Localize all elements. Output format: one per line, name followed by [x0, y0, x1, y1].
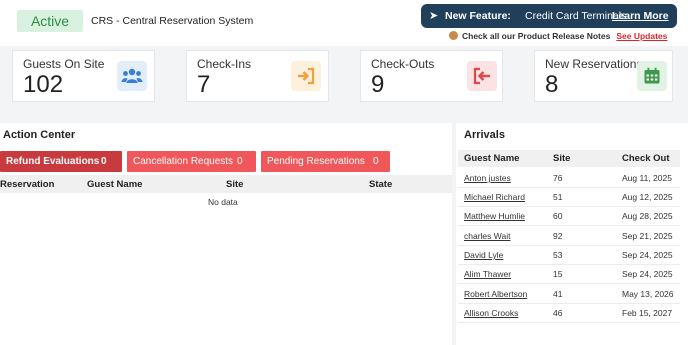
stat-label: New Reservations	[545, 57, 643, 71]
stat-card-check-ins[interactable]: Check-Ins 7	[186, 50, 329, 102]
column-header-state[interactable]: State	[369, 179, 392, 190]
stat-card-check-outs[interactable]: Check-Outs 9	[360, 50, 503, 102]
see-updates-link[interactable]: See Updates	[616, 31, 667, 41]
stat-value: 102	[23, 71, 64, 98]
table-row[interactable]: David Lyle 53 Sep 24, 2025	[458, 246, 680, 265]
status-badge: Active	[17, 10, 83, 32]
column-header-guest-name[interactable]: Guest Name	[464, 153, 519, 164]
calendar-icon	[637, 61, 667, 91]
site-cell: 53	[553, 250, 563, 260]
tab-count: 0	[101, 156, 107, 167]
rocket-icon: ➤	[429, 10, 439, 22]
tab-count: 0	[373, 156, 379, 167]
stat-card-guests-on-site[interactable]: Guests On Site 102	[12, 50, 155, 102]
tab-label: Pending Reservations	[267, 156, 365, 167]
site-cell: 76	[553, 173, 563, 183]
column-header-site[interactable]: Site	[553, 153, 570, 164]
stat-card-new-reservations[interactable]: New Reservations 8	[534, 50, 673, 102]
guest-name-link[interactable]: Robert Albertson	[464, 289, 527, 299]
feature-banner: ➤ New Feature: Credit Card Terminals Lea…	[421, 4, 677, 28]
cookie-icon	[449, 31, 458, 40]
learn-more-link[interactable]: Learn More	[612, 4, 669, 28]
site-cell: 51	[553, 192, 563, 202]
guest-name-link[interactable]: David Lyle	[464, 250, 503, 260]
guest-name-link[interactable]: Alim Thawer	[464, 269, 511, 279]
top-bar: Active CRS - Central Reservation System …	[0, 0, 688, 46]
action-table-header: Reservation Guest Name Site State	[0, 175, 452, 193]
check-out-cell: Aug 12, 2025	[622, 192, 673, 202]
table-row[interactable]: charles Wait 92 Sep 21, 2025	[458, 227, 680, 246]
stat-value: 8	[545, 71, 559, 98]
check-out-cell: Sep 24, 2025	[622, 250, 673, 260]
tab-count: 0	[237, 156, 243, 167]
check-out-cell: Aug 11, 2025	[622, 173, 672, 183]
system-name: CRS - Central Reservation System	[91, 15, 254, 27]
guests-icon	[117, 61, 147, 91]
tab-pending-reservations[interactable]: Pending Reservations 0	[261, 151, 390, 172]
empty-state-text: No data	[208, 197, 238, 207]
table-row[interactable]: Anton justes 76 Aug 11, 2025	[458, 169, 680, 188]
feature-label: New Feature:	[445, 10, 511, 22]
guest-name-link[interactable]: Matthew Humlie	[464, 211, 525, 221]
tab-label: Refund Evaluations	[6, 156, 100, 167]
check-out-cell: Sep 24, 2025	[622, 269, 673, 279]
check-in-icon	[291, 61, 321, 91]
stat-label: Check-Outs	[371, 57, 435, 71]
site-cell: 41	[553, 289, 563, 299]
column-header-guest-name[interactable]: Guest Name	[87, 179, 142, 190]
arrivals-title: Arrivals	[464, 129, 505, 141]
check-out-icon	[467, 61, 497, 91]
release-notes-line: Check all our Product Release Notes See U…	[449, 31, 667, 41]
action-center-title: Action Center	[3, 129, 76, 141]
stat-label: Guests On Site	[23, 57, 105, 71]
tab-label: Cancellation Requests	[133, 156, 234, 167]
site-cell: 15	[553, 269, 563, 279]
check-out-cell: Aug 28, 2025	[622, 211, 673, 221]
release-notes-text: Check all our Product Release Notes	[462, 31, 611, 41]
table-row[interactable]: Alim Thawer 15 Sep 24, 2025	[458, 265, 680, 284]
table-row[interactable]: Michael Richard 51 Aug 12, 2025	[458, 188, 680, 207]
check-out-cell: Sep 21, 2025	[622, 231, 673, 241]
tab-cancellation-requests[interactable]: Cancellation Requests 0	[127, 151, 256, 172]
stat-value: 7	[197, 71, 211, 98]
guest-name-link[interactable]: Anton justes	[464, 173, 511, 183]
site-cell: 60	[553, 211, 563, 221]
stat-label: Check-Ins	[197, 57, 252, 71]
guest-name-link[interactable]: Michael Richard	[464, 192, 525, 202]
check-out-cell: May 13, 2026	[622, 289, 674, 299]
column-header-site[interactable]: Site	[226, 179, 243, 190]
table-row[interactable]: Robert Albertson 41 May 13, 2026	[458, 285, 680, 304]
table-row[interactable]: Allison Crooks 46 Feb 15, 2027	[458, 304, 680, 323]
site-cell: 46	[553, 308, 563, 318]
site-cell: 92	[553, 231, 563, 241]
tab-refund-evaluations[interactable]: Refund Evaluations 0	[0, 151, 122, 172]
stat-value: 9	[371, 71, 385, 98]
action-center-panel: Action Center Refund Evaluations 0 Cance…	[0, 123, 452, 345]
check-out-cell: Feb 15, 2027	[622, 308, 673, 318]
table-row[interactable]: Matthew Humlie 60 Aug 28, 2025	[458, 207, 680, 226]
column-header-check-out[interactable]: Check Out	[622, 153, 670, 164]
arrivals-table-header: Guest Name Site Check Out	[458, 150, 680, 167]
column-header-reservation[interactable]: Reservation	[0, 179, 54, 190]
guest-name-link[interactable]: Allison Crooks	[464, 308, 518, 318]
guest-name-link[interactable]: charles Wait	[464, 231, 510, 241]
